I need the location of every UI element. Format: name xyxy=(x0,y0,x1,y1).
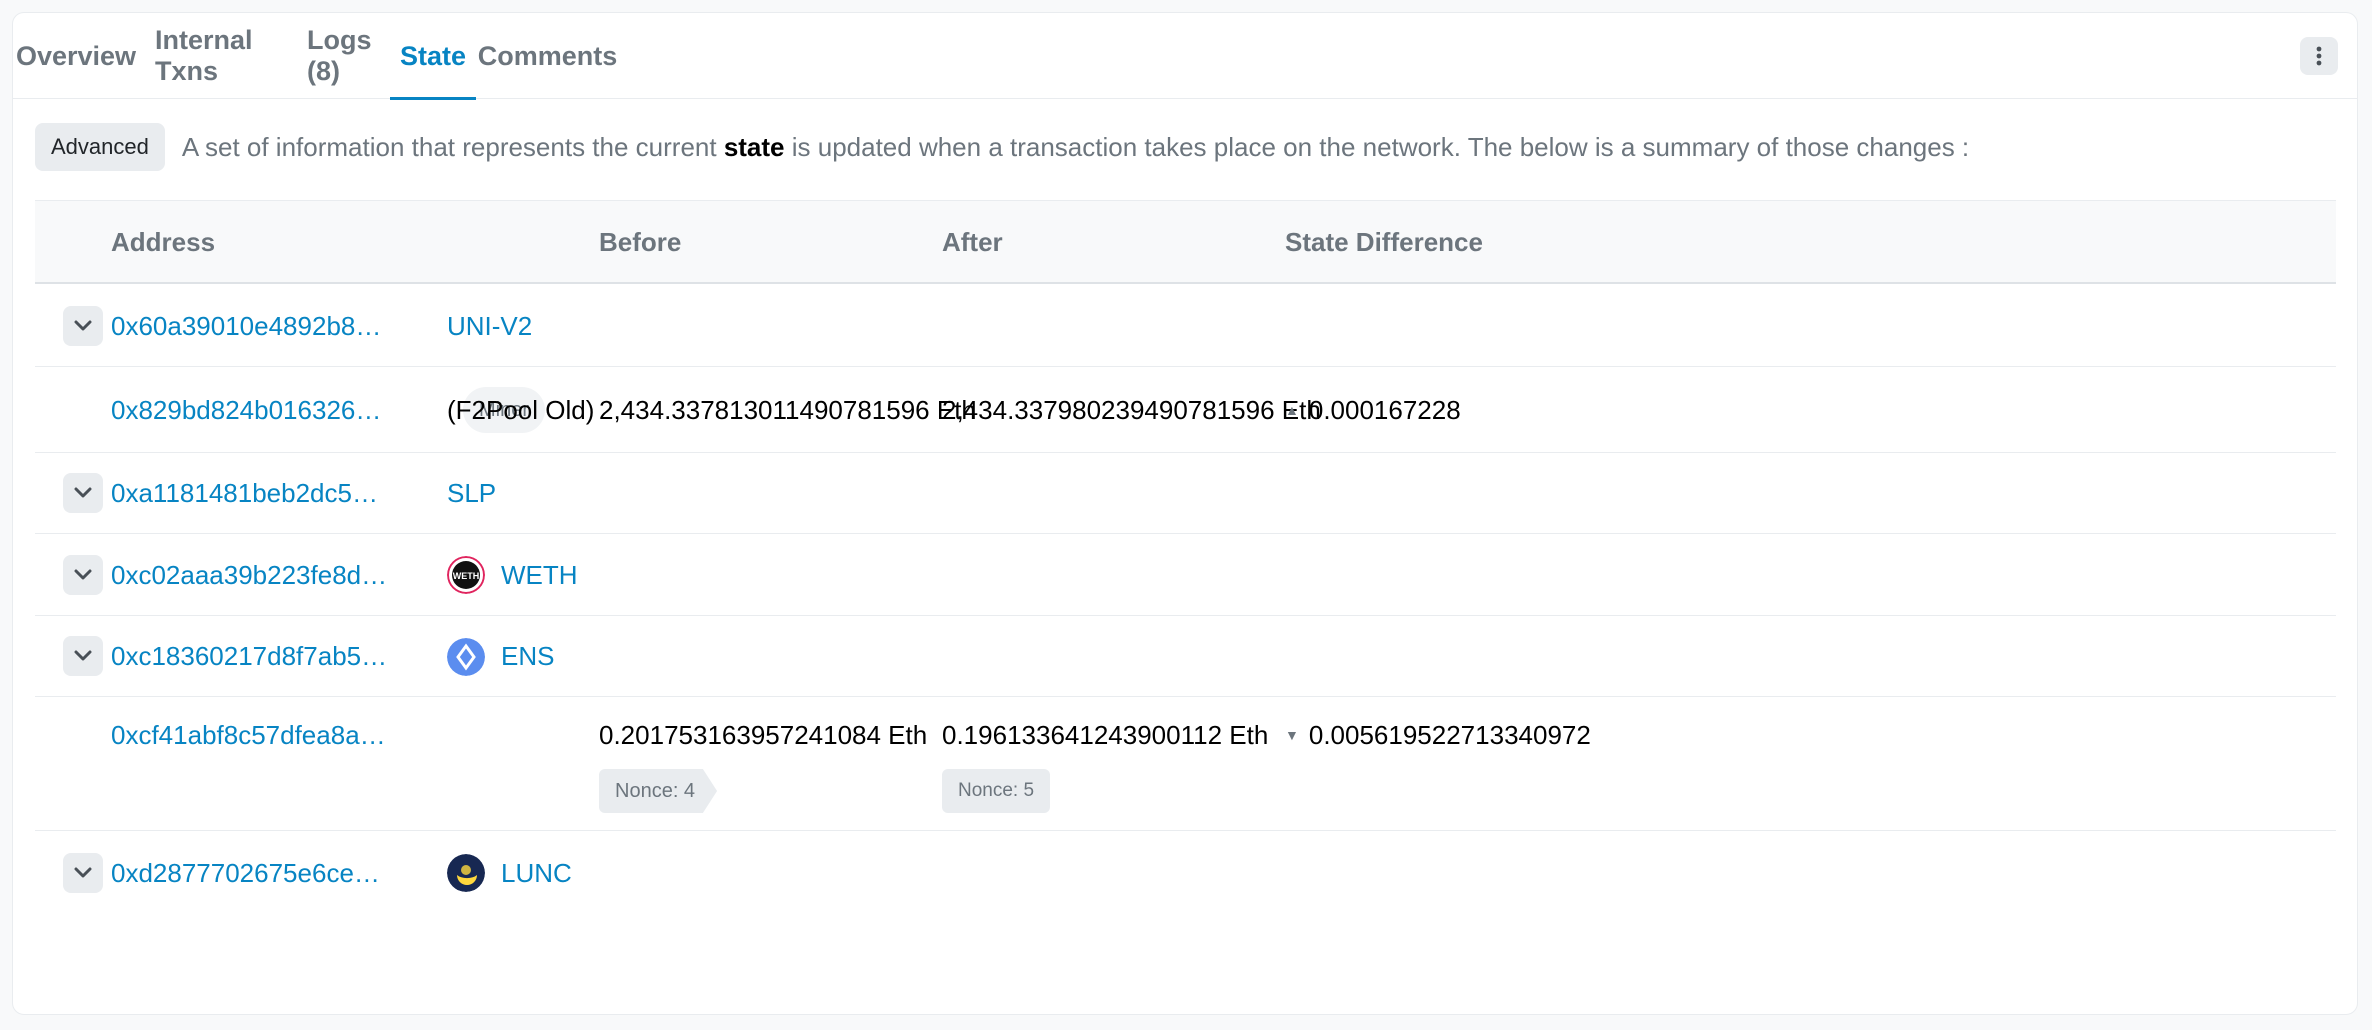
state-keyword: state xyxy=(723,131,785,162)
caret-up-icon: ▲ xyxy=(1285,402,1299,418)
tab-bar: Overview Internal Txns Logs (8) State Co… xyxy=(13,13,2357,100)
address-link[interactable]: 0xc18360217d8f7ab5… xyxy=(111,616,387,697)
table-row: 0xa1181481beb2dc5… SLP xyxy=(35,453,2336,534)
table-row: 0xc02aaa39b223fe8d… WETH WETH xyxy=(35,534,2336,616)
chevron-down-icon xyxy=(74,487,92,498)
chevron-down-icon xyxy=(74,650,92,661)
state-intro: Advanced A set of information that repre… xyxy=(35,123,2335,171)
token-name-link[interactable]: WETH xyxy=(501,560,578,591)
header-address: Address xyxy=(111,226,216,257)
state-difference: ▲ 0.000167228 xyxy=(1285,394,1461,425)
balance-after: 0.196133641243900112 Eth xyxy=(942,719,1269,750)
address-link[interactable]: 0x60a39010e4892b8… xyxy=(111,285,381,367)
table-row: 0x60a39010e4892b8… UNI-V2 xyxy=(35,285,2336,367)
expand-row-button[interactable] xyxy=(63,306,103,346)
balance-before: 0.201753163957241084 Eth xyxy=(599,719,928,750)
weth-logo-icon: WETH xyxy=(447,556,485,594)
nonce-after-badge: Nonce: 5 xyxy=(942,769,1051,813)
address-link[interactable]: 0xcf41abf8c57dfea8a… xyxy=(111,715,386,755)
address-link[interactable]: 0xa1181481beb2dc5… xyxy=(111,453,378,534)
miner-name: (F2Pool Old) xyxy=(447,394,595,425)
advanced-badge[interactable]: Advanced xyxy=(35,123,165,171)
chevron-down-icon xyxy=(74,320,92,331)
table-row: 0xcf41abf8c57dfea8a… 0.20175316395724108… xyxy=(35,697,2336,831)
tab-comments[interactable]: Comments xyxy=(478,13,618,99)
balance-after: 2,434.337980239490781596 Eth xyxy=(942,394,1321,425)
token-name-link[interactable]: UNI-V2 xyxy=(447,285,532,367)
svg-text:WETH: WETH xyxy=(453,571,480,581)
table-row: 0xc18360217d8f7ab5… ENS xyxy=(35,616,2336,697)
header-before: Before xyxy=(599,226,682,257)
state-table-header: Address Before After State Difference xyxy=(35,200,2336,284)
token-name-link[interactable]: LUNC xyxy=(501,858,572,889)
expand-row-button[interactable] xyxy=(63,853,103,893)
address-link[interactable]: 0x829bd824b016326… xyxy=(111,367,381,453)
address-link[interactable]: 0xd2877702675e6ce… xyxy=(111,831,380,915)
state-description: A set of information that represents the… xyxy=(181,131,1970,162)
balance-before: 2,434.337813011490781596 Eth xyxy=(599,394,976,425)
transaction-card: Overview Internal Txns Logs (8) State Co… xyxy=(12,12,2358,1015)
expand-row-button[interactable] xyxy=(63,636,103,676)
expand-row-button[interactable] xyxy=(63,473,103,513)
header-state-difference: State Difference xyxy=(1285,226,1483,257)
token-link[interactable]: WETH WETH xyxy=(447,534,578,616)
expand-row-button[interactable] xyxy=(63,555,103,595)
token-link[interactable]: LUNC xyxy=(447,831,572,915)
nonce-before-badge: Nonce: 4 xyxy=(599,769,718,813)
token-link[interactable]: ENS xyxy=(447,616,554,697)
token-name-link[interactable]: ENS xyxy=(501,641,554,672)
chevron-down-icon xyxy=(74,569,92,580)
table-row: 0xd2877702675e6ce… LUNC xyxy=(35,831,2336,915)
tab-logs[interactable]: Logs (8) xyxy=(307,13,377,99)
token-name-link[interactable]: SLP xyxy=(447,453,496,534)
more-vertical-icon xyxy=(2316,46,2322,66)
table-row: 0x829bd824b016326… Miner (F2Pool Old) 2,… xyxy=(35,367,2336,453)
tab-overview[interactable]: Overview xyxy=(16,13,136,99)
lunc-logo-icon xyxy=(447,854,485,892)
caret-down-icon: ▼ xyxy=(1285,727,1299,743)
tab-internal-txns[interactable]: Internal Txns xyxy=(155,13,267,99)
tab-state[interactable]: State xyxy=(390,13,476,100)
address-link[interactable]: 0xc02aaa39b223fe8d… xyxy=(111,534,387,616)
header-after: After xyxy=(942,226,1003,257)
state-difference: ▼ 0.005619522713340972 xyxy=(1285,719,1591,750)
more-options-button[interactable] xyxy=(2300,37,2338,75)
ens-logo-icon xyxy=(447,637,485,676)
chevron-down-icon xyxy=(74,867,92,878)
